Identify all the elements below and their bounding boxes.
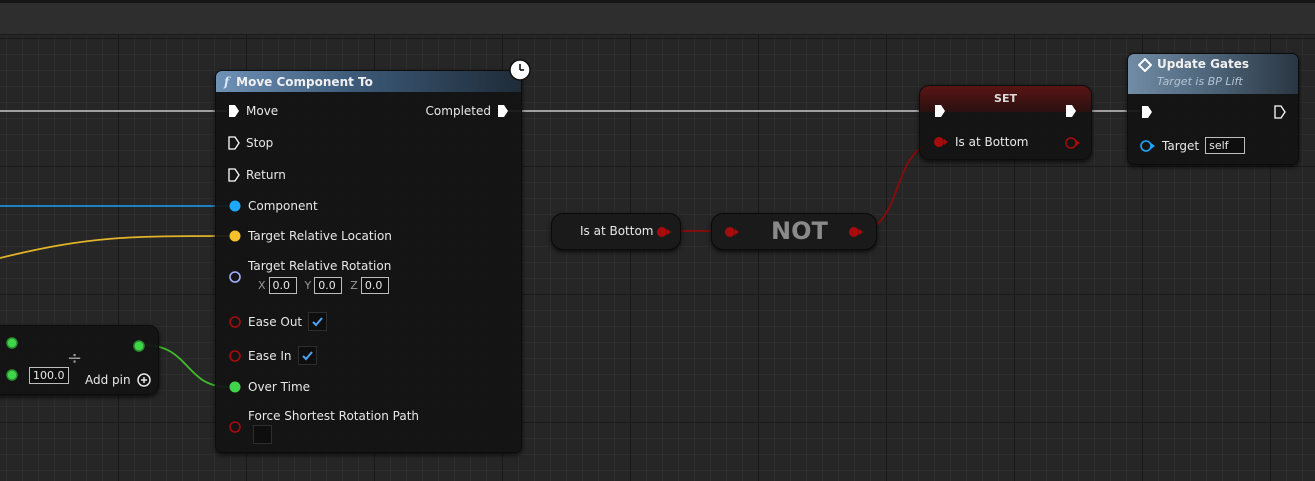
update-gates-header[interactable]: Update Gates Target is BP Lift — [1128, 54, 1298, 94]
over-time-label: Over Time — [248, 380, 311, 394]
target-rotation-label: Target Relative Rotation — [248, 259, 392, 273]
rot-x-input[interactable]: 0.0 — [268, 277, 297, 294]
rot-z-input[interactable]: 0.0 — [360, 277, 389, 294]
set-node[interactable]: SET Is at Bottom — [919, 85, 1092, 160]
editor-toolbar — [0, 0, 1315, 35]
function-icon: f — [224, 74, 230, 89]
ease-out-label: Ease Out — [248, 314, 303, 329]
update-gates-exec-output[interactable] — [1274, 105, 1286, 119]
move-component-to-header[interactable]: f Move Component To — [216, 71, 521, 92]
ease-out-input[interactable]: Ease Out — [228, 312, 328, 331]
rot-x-label: X — [258, 279, 266, 292]
over-time-input[interactable]: Over Time — [228, 380, 310, 394]
update-gates-exec-input[interactable] — [1141, 105, 1153, 119]
divide-node[interactable]: 100.0 ÷ Add pin — [0, 325, 159, 395]
set-title: SET — [994, 91, 1017, 105]
bool-input-pin[interactable] — [724, 225, 740, 239]
event-diamond-icon — [1138, 58, 1152, 72]
bool-pin-icon — [229, 315, 241, 328]
set-value-input[interactable]: Is at Bottom — [933, 135, 1029, 149]
stop-label: Stop — [246, 136, 274, 150]
force-shortest-input[interactable] — [228, 420, 242, 434]
float-input-pin-b[interactable] — [5, 368, 19, 382]
bool-pin-icon — [229, 421, 241, 433]
is-at-bottom-getter-node[interactable]: Is at Bottom — [551, 213, 681, 250]
return-exec-input[interactable]: Return — [228, 168, 286, 182]
divisor-input[interactable]: 100.0 — [29, 367, 69, 384]
bool-output-pin[interactable] — [656, 225, 672, 239]
add-pin-button[interactable]: Add pin — [85, 372, 152, 388]
stop-exec-input[interactable]: Stop — [228, 136, 273, 150]
toolbar-strip — [0, 0, 1315, 3]
target-rotation-input[interactable] — [228, 270, 242, 284]
exec-pin-icon — [229, 105, 239, 117]
update-gates-title: Update Gates — [1157, 57, 1250, 71]
float-input-pin-a[interactable] — [5, 336, 19, 350]
set-exec-input[interactable] — [934, 104, 946, 118]
set-value-output[interactable] — [1065, 136, 1081, 150]
completed-exec-output[interactable]: Completed — [426, 104, 509, 118]
rotation-fields: X 0.0 Y 0.0 Z 0.0 — [258, 277, 389, 294]
target-location-label: Target Relative Location — [248, 229, 392, 243]
force-shortest-checkbox[interactable] — [253, 425, 272, 444]
ease-in-label: Ease In — [248, 348, 292, 363]
move-label: Move — [246, 104, 279, 118]
force-shortest-label: Force Shortest Rotation Path — [248, 409, 419, 423]
target-self-field[interactable]: self — [1205, 137, 1246, 154]
rot-y-input[interactable]: 0.0 — [314, 277, 343, 294]
ease-in-checkbox[interactable] — [297, 346, 317, 365]
object-pin-icon — [1140, 139, 1155, 152]
float-pin-icon — [229, 381, 241, 393]
is-at-bottom-getter-label: Is at Bottom — [580, 224, 654, 238]
move-component-to-title: Move Component To — [236, 74, 373, 89]
not-node[interactable]: NOT — [711, 213, 877, 250]
divide-operator-icon: ÷ — [67, 348, 83, 369]
add-pin-icon — [136, 373, 151, 387]
exec-pin-icon — [498, 105, 508, 117]
set-exec-output[interactable] — [1065, 104, 1077, 118]
rot-y-label: Y — [304, 279, 312, 292]
add-pin-label: Add pin — [85, 373, 131, 387]
bool-pin-icon — [934, 137, 948, 147]
move-exec-input[interactable]: Move — [228, 104, 278, 118]
exec-pin-icon — [228, 136, 240, 150]
latent-clock-icon — [509, 59, 531, 81]
update-gates-node[interactable]: Update Gates Target is BP Lift Target se… — [1127, 53, 1299, 165]
ease-out-checkbox[interactable] — [308, 312, 328, 331]
target-label: Target — [1162, 138, 1200, 153]
bool-pin-icon — [229, 349, 241, 362]
checkmark-icon — [312, 317, 323, 327]
bool-output-pin[interactable] — [848, 225, 864, 239]
not-label: NOT — [771, 217, 828, 245]
move-component-to-node[interactable]: f Move Component To Move Completed Stop … — [215, 59, 531, 453]
update-gates-subtitle: Target is BP Lift — [1157, 75, 1243, 88]
float-output-pin[interactable] — [132, 339, 146, 353]
exec-pin-icon — [228, 168, 240, 182]
rot-z-label: Z — [350, 279, 358, 292]
object-pin-icon — [229, 200, 241, 212]
component-input[interactable]: Component — [228, 199, 318, 213]
rotator-pin-icon — [229, 271, 241, 283]
checkmark-icon — [301, 351, 313, 361]
vector-pin-icon — [229, 230, 241, 242]
target-input[interactable]: Target self — [1140, 137, 1246, 154]
ease-in-input[interactable]: Ease In — [228, 346, 317, 365]
target-location-input[interactable]: Target Relative Location — [228, 229, 392, 243]
component-label: Component — [248, 199, 318, 213]
completed-label: Completed — [425, 104, 491, 118]
set-pin-label: Is at Bottom — [955, 135, 1029, 149]
graph-canvas[interactable] — [0, 35, 1315, 481]
return-label: Return — [246, 168, 286, 182]
